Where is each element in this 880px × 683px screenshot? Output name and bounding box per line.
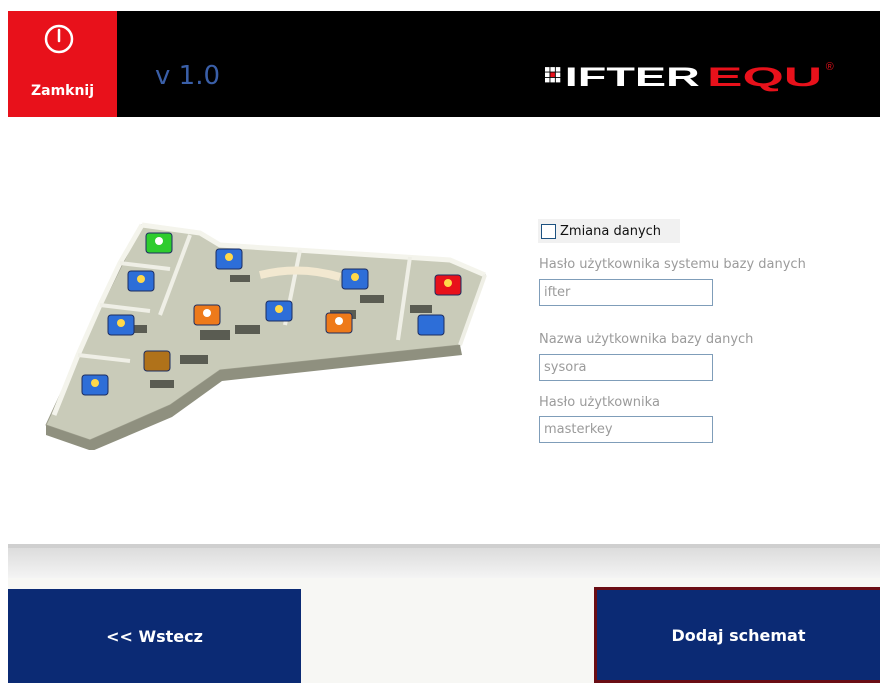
change-data-checkbox[interactable]: [541, 223, 556, 239]
user-password-label: Hasło użytkownika: [539, 395, 660, 410]
floor-plan-image: [45, 222, 487, 450]
add-schema-button[interactable]: Dodaj schemat: [594, 587, 880, 683]
db-system-password-field[interactable]: ifter: [539, 279, 713, 306]
user-password-field[interactable]: masterkey: [539, 416, 713, 443]
gradient-band: [8, 548, 880, 578]
close-button[interactable]: Zamknij: [8, 11, 117, 117]
brand-logo: IFTER EQU ®: [545, 61, 834, 92]
change-data-checkbox-row[interactable]: Zmiana danych: [538, 219, 680, 243]
power-icon: [44, 24, 74, 54]
db-system-password-label: Hasło użytkownika systemu bazy danych: [539, 257, 806, 272]
change-data-label: Zmiana danych: [560, 223, 662, 239]
logo-ifter-text: IFTER: [565, 62, 700, 92]
header-bar: v 1.0 IFTER EQU ®: [8, 11, 880, 117]
close-label: Zamknij: [30, 83, 95, 99]
db-user-name-field[interactable]: sysora: [539, 354, 713, 381]
db-user-name-label: Nazwa użytkownika bazy danych: [539, 332, 754, 347]
back-button[interactable]: << Wstecz: [8, 589, 301, 683]
logo-equ-text: EQU: [707, 62, 822, 92]
top-strip: [0, 0, 880, 11]
version-label: v 1.0: [155, 61, 220, 91]
ifter-grid-icon: [545, 67, 561, 83]
logo-registered-mark: ®: [826, 61, 834, 73]
